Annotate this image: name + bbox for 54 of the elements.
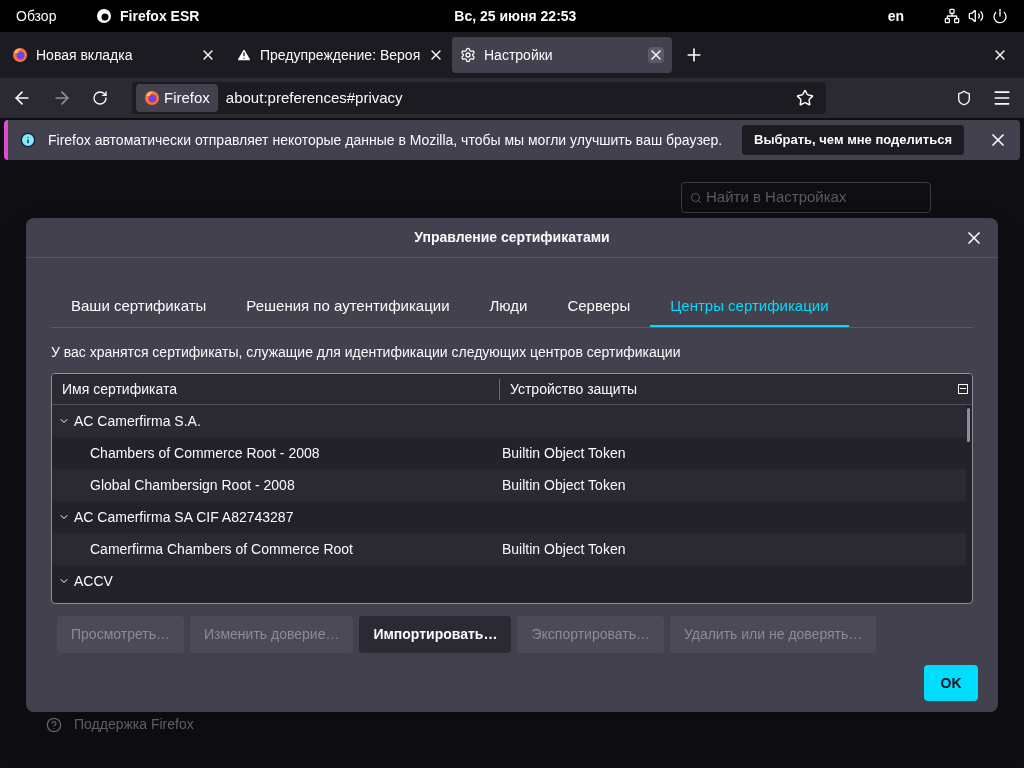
device-name: Builtin Object Token xyxy=(501,475,627,495)
action-button[interactable]: Импортировать… xyxy=(359,616,512,653)
reload-icon[interactable] xyxy=(92,90,108,106)
browser-tab[interactable]: Настройки xyxy=(452,37,672,73)
bookmark-star-icon[interactable] xyxy=(796,89,814,107)
description-text: У вас хранятся сертификаты, служащие для идентификации следующих центров сертификации xyxy=(51,343,682,362)
info-icon xyxy=(20,132,36,148)
browser-tab[interactable]: Предупреждение: Вероя xyxy=(228,37,448,73)
dialog-tab[interactable]: Центры сертификации xyxy=(650,288,849,327)
identity-button[interactable]: Firefox xyxy=(136,84,218,112)
browser-logo-icon xyxy=(144,90,160,106)
volume-icon[interactable] xyxy=(968,8,984,24)
certificate-name[interactable]: Global Chambersign Root - 2008 xyxy=(52,474,500,496)
authority-name[interactable]: AC Camerfirma SA CIF A82743287 xyxy=(74,506,294,528)
authority-name[interactable]: ACCV xyxy=(74,570,113,592)
search-placeholder: Найти в Настройках xyxy=(706,187,847,208)
search-icon xyxy=(690,191,702,204)
language-indicator[interactable]: en xyxy=(887,5,904,27)
close-icon[interactable] xyxy=(648,47,664,63)
url-text: about:preferences#privacy xyxy=(225,87,404,108)
address-bar[interactable]: Firefox about:preferences#privacy xyxy=(132,82,826,114)
dialog-tab[interactable]: Решения по аутентификации xyxy=(226,288,470,327)
tab-title: Новая вкладка xyxy=(36,45,134,65)
column-header[interactable]: Устройство защиты xyxy=(500,378,958,400)
column-header[interactable]: Имя сертификата xyxy=(52,378,500,400)
network-icon[interactable] xyxy=(944,8,960,24)
clock[interactable]: Вс, 25 июня 22:53 xyxy=(454,5,577,27)
activities-button[interactable]: Обзор xyxy=(16,5,96,27)
browser-tab[interactable]: Новая вкладка xyxy=(4,37,224,73)
dialog-tab[interactable]: Люди xyxy=(469,288,548,327)
dialog-title: Управление сертификатами xyxy=(414,228,610,247)
device-name: Builtin Object Token xyxy=(501,443,627,463)
identity-label: Firefox xyxy=(164,87,210,108)
share-choice-button[interactable]: Выбрать, чем мне поделиться xyxy=(742,125,964,155)
help-icon xyxy=(46,716,62,733)
tab-title: Предупреждение: Вероя xyxy=(260,45,421,65)
app-menu[interactable]: Firefox ESR xyxy=(120,5,200,27)
dialog-tab[interactable]: Ваши сертификаты xyxy=(51,288,227,327)
device-name: Builtin Object Token xyxy=(501,539,627,559)
power-icon[interactable] xyxy=(992,8,1008,24)
app-icon xyxy=(96,8,112,24)
certificate-name[interactable]: Chambers of Commerce Root - 2008 xyxy=(52,442,500,464)
scrollbar-thumb[interactable] xyxy=(967,408,970,442)
warning-icon xyxy=(236,47,252,63)
tab-title: Настройки xyxy=(484,45,554,65)
certificate-name[interactable]: Camerfirma Chambers of Commerce Root xyxy=(52,538,500,560)
authority-name[interactable]: AC Camerfirma S.A. xyxy=(74,410,201,432)
settings-icon xyxy=(460,47,476,63)
menu-icon[interactable] xyxy=(992,88,1012,108)
dialog-tab[interactable]: Серверы xyxy=(547,288,651,327)
column-picker-icon[interactable] xyxy=(958,384,968,394)
notification-text: Firefox автоматически отправляет некоторые данные в Mozilla, чтобы мы могли улучшить ваш браузер. xyxy=(48,130,723,150)
browser-logo-icon xyxy=(12,47,28,63)
ok-button[interactable]: OK xyxy=(924,665,978,701)
